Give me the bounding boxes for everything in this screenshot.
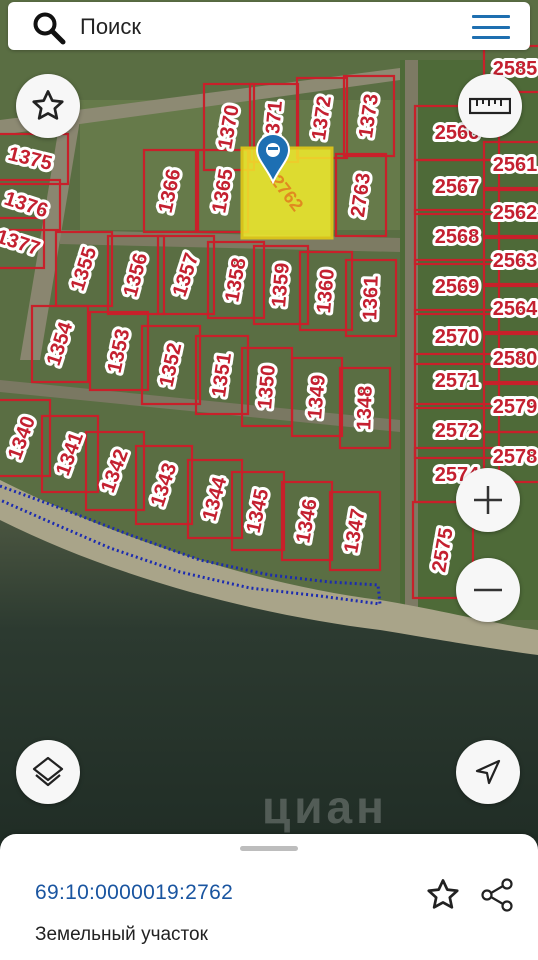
cadastral-number: 69:10:0000019:2762 — [35, 881, 234, 904]
minus-icon — [474, 588, 502, 592]
parcel-label: 2563 — [490, 247, 538, 275]
parcel-number: 1350 — [254, 364, 280, 410]
parcel-number: 1361 — [359, 275, 383, 320]
navigation-arrow-icon — [475, 759, 501, 785]
parcel-label: 1360 — [310, 265, 342, 317]
parcel-number: 1359 — [268, 262, 294, 308]
parcel-number: 2568 — [435, 226, 480, 248]
my-location-button[interactable] — [456, 740, 520, 804]
parcel-label: 2564 — [490, 295, 538, 323]
parcel-number: 2580 — [493, 348, 538, 370]
parcel-label: 2578 — [490, 443, 538, 471]
parcel-number: 2564 — [493, 298, 538, 320]
layers-button[interactable] — [16, 740, 80, 804]
parcel-number: 2579 — [493, 396, 538, 418]
parcel-label: 2561 — [490, 151, 538, 179]
parcel-label: 2567 — [432, 173, 483, 201]
parcel-number: 2572 — [435, 420, 480, 442]
favorite-button[interactable] — [16, 74, 80, 138]
star-icon — [32, 90, 64, 120]
parcel-number: 1348 — [353, 385, 377, 430]
parcel-label: 2562 — [490, 199, 538, 227]
search-icon[interactable] — [32, 11, 66, 45]
search-bar — [8, 2, 530, 50]
parcel-number: 1349 — [304, 374, 330, 420]
ruler-icon — [469, 97, 511, 115]
parcel-label: 2580 — [490, 345, 538, 373]
parcel-label: 2572 — [432, 417, 483, 445]
parcel-label: 2568 — [432, 223, 483, 251]
parcel-label: 2570 — [432, 323, 483, 351]
parcel-label: 2579 — [490, 393, 538, 421]
parcel-label: 2569 — [432, 273, 483, 301]
parcel-label: 2571 — [432, 367, 483, 395]
parcel-label: 1359 — [265, 259, 297, 311]
parcel-number: 2561 — [493, 154, 538, 176]
sheet-drag-handle[interactable] — [240, 846, 298, 851]
parcel-number: 2562 — [493, 202, 538, 224]
ruler-button[interactable] — [458, 74, 522, 138]
zoom-out-button[interactable] — [456, 558, 520, 622]
parcel-number: 2578 — [493, 446, 538, 468]
parcel-label: 1361 — [356, 272, 386, 323]
parcel-number: 1360 — [313, 268, 339, 314]
plus-icon — [474, 486, 502, 514]
parcel-type-label: Земельный участок — [35, 924, 208, 945]
parcel-number: 2563 — [493, 250, 538, 272]
menu-icon[interactable] — [472, 15, 510, 41]
search-input[interactable] — [78, 8, 462, 46]
star-icon[interactable] — [424, 876, 462, 914]
parcel-label: 1348 — [350, 382, 380, 433]
parcel-number: 2571 — [435, 370, 480, 392]
parcel-number: 2570 — [435, 326, 480, 348]
parcel-number: 2569 — [435, 276, 480, 298]
parcel-number: 2567 — [435, 176, 480, 198]
parcel-label: 1350 — [251, 361, 283, 413]
share-icon[interactable] — [478, 876, 516, 914]
layers-icon — [32, 756, 64, 787]
parcel-info-sheet[interactable]: 69:10:0000019:2762 Земельный участок — [0, 834, 538, 960]
parcel-label: 1349 — [301, 371, 333, 423]
zoom-in-button[interactable] — [456, 468, 520, 532]
cian-watermark: циан — [262, 781, 388, 833]
